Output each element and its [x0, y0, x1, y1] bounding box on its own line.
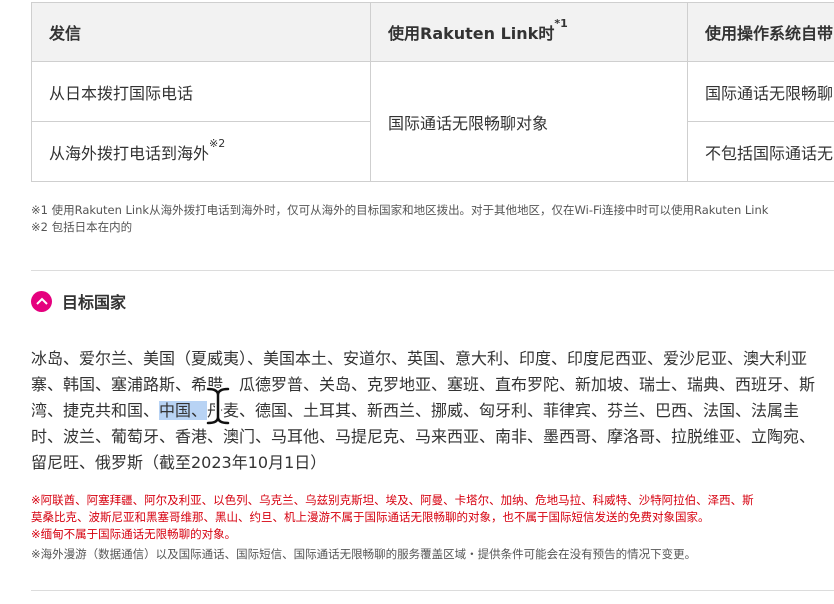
merged-cell-unlimited: 国际通话无限畅聊对象	[370, 61, 688, 182]
exclusion-note: ※缅甸不属于国际通话无限畅聊的对象。	[31, 527, 237, 541]
table-footnotes: ※1 使用Rakuten Link从海外拨打电话到海外时，仅可从海外的目标国家和…	[31, 202, 834, 236]
footnote-2: ※2 包括日本在内的	[31, 220, 133, 234]
country-list: 冰岛、爱尔兰、美国（夏威夷）、美国本土、安道尔、英国、意大利、印度、印度尼西亚、…	[31, 346, 834, 476]
exclusion-notes: ※阿联酋、阿塞拜疆、阿尔及利亚、以色列、乌克兰、乌兹别克斯坦、埃及、阿曼、卡塔尔…	[31, 492, 834, 543]
country-line: 寨、韩国、塞浦路斯、希腊、瓜德罗普、关岛、克罗地亚、塞班、直布罗陀、新加坡、瑞士…	[31, 375, 816, 394]
row-value-overseas: 不包括国际通话无	[687, 121, 834, 182]
selected-text: 中国、	[159, 401, 208, 420]
country-line: 留尼旺、俄罗斯（截至2023年10月1日）	[31, 453, 327, 472]
service-change-note: ※海外漫游（数据通信）以及国际通话、国际短信、国际通话无限畅聊的服务覆盖区域・提…	[31, 547, 697, 561]
text-cursor-icon	[205, 386, 231, 430]
country-line: 湾、捷克共和国、中国、丹麦、德国、土耳其、新西兰、挪威、匈牙利、菲律宾、芬兰、巴…	[31, 401, 800, 420]
target-countries-header[interactable]: 目标国家	[31, 289, 126, 313]
table-row: 从日本拨打国际电话 国际通话无限畅聊对象 国际通话无限畅聊	[31, 61, 834, 182]
country-line: 时、波兰、葡萄牙、香港、澳门、马耳他、马提尼克、马来西亚、南非、墨西哥、摩洛哥、…	[31, 427, 816, 446]
bottom-divider	[31, 590, 834, 591]
chevron-up-icon[interactable]	[31, 290, 52, 312]
country-line: 冰岛、爱尔兰、美国（夏威夷）、美国本土、安道尔、英国、意大利、印度、印度尼西亚、…	[31, 349, 808, 368]
row-label-from-japan: 从日本拨打国际电话	[31, 61, 371, 122]
section-divider	[31, 270, 834, 271]
header-rakuten-link: 使用Rakuten Link时*1	[370, 2, 688, 62]
footnote-1: ※1 使用Rakuten Link从海外拨打电话到海外时，仅可从海外的目标国家和…	[31, 203, 769, 217]
header-footnote-mark: *1	[554, 17, 568, 30]
header-send: 发信	[31, 2, 371, 62]
row-footnote-mark: ※2	[209, 136, 226, 150]
section-title: 目标国家	[62, 293, 127, 312]
header-os-app: 使用操作系统自带	[687, 2, 834, 62]
exclusion-note: 莫桑比克、波斯尼亚和黑塞哥维那、黑山、约旦、机上漫游不属于国际通话无限畅聊的对象…	[31, 510, 710, 524]
table-header-row: 发信 使用Rakuten Link时*1 使用操作系统自带	[31, 2, 834, 62]
call-rate-table: 发信 使用Rakuten Link时*1 使用操作系统自带 从日本拨打国际电话 …	[31, 2, 834, 182]
exclusion-note: ※阿联酋、阿塞拜疆、阿尔及利亚、以色列、乌克兰、乌兹别克斯坦、埃及、阿曼、卡塔尔…	[31, 493, 754, 507]
row-label-overseas: 从海外拨打电话到海外※2	[31, 121, 371, 182]
row-value-from-japan: 国际通话无限畅聊	[687, 61, 834, 122]
